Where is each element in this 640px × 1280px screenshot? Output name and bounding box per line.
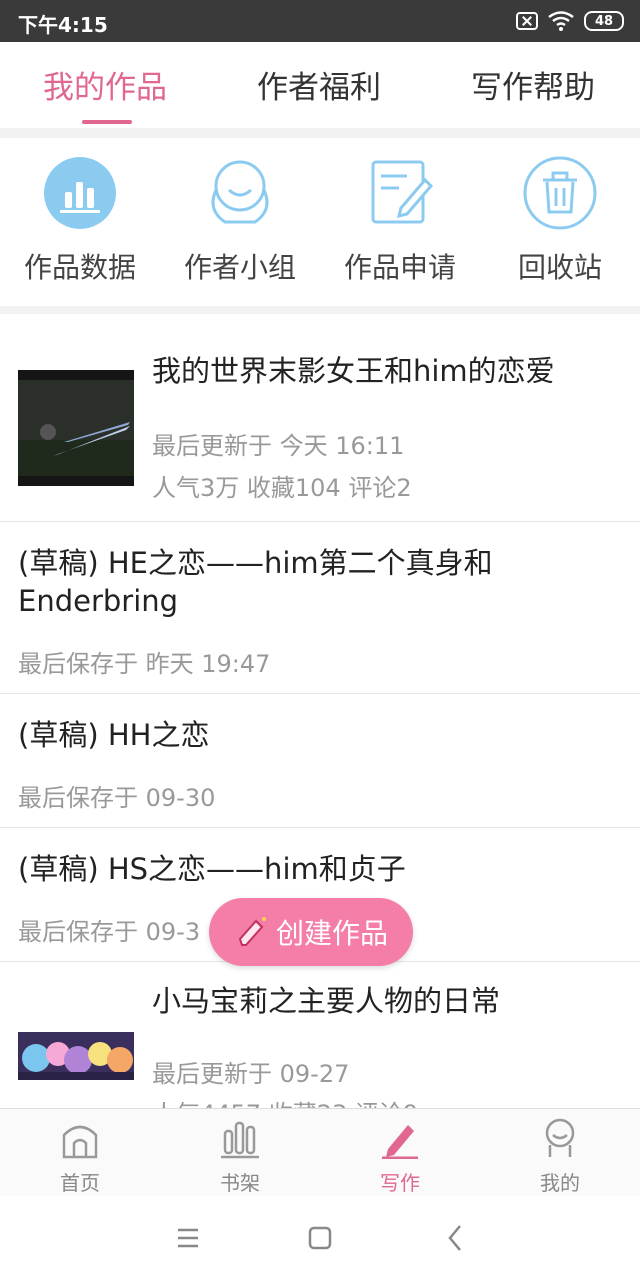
- work-item[interactable]: 我的世界末影女王和him的恋爱 最后更新于 今天 16:11 人气3万 收藏10…: [0, 314, 640, 522]
- back-icon[interactable]: [440, 1222, 472, 1254]
- work-cover-image: [18, 1032, 134, 1080]
- nav-label: 写作: [380, 1171, 420, 1195]
- nav-write[interactable]: 写作: [340, 1117, 460, 1196]
- work-item[interactable]: (草稿) HE之恋——him第二个真身和Enderbring 最后保存于 昨天 …: [0, 522, 640, 694]
- no-sim-icon: [516, 12, 538, 30]
- work-item[interactable]: (草稿) HH之恋 最后保存于 09-30: [0, 694, 640, 828]
- bookshelf-icon: [221, 1121, 259, 1159]
- author-group-icon: [211, 160, 269, 224]
- home-square-icon[interactable]: [304, 1222, 336, 1254]
- system-nav-bar: [0, 1196, 640, 1280]
- pencil-icon: [238, 917, 266, 946]
- nav-home[interactable]: 首页: [20, 1117, 140, 1196]
- work-saved: 最后保存于 09-3: [18, 918, 201, 946]
- work-title: (草稿) HS之恋——him和贞子: [18, 852, 406, 886]
- status-time: 下午4:15: [18, 13, 108, 37]
- status-bar: 下午4:15 48: [0, 0, 640, 42]
- work-title: 我的世界末影女王和him的恋爱: [152, 354, 555, 388]
- tab-my-works[interactable]: 我的作品: [43, 62, 167, 107]
- wifi-icon: [548, 11, 574, 31]
- work-title: (草稿) HH之恋: [18, 718, 210, 752]
- work-updated: 最后更新于 今天 16:11: [152, 432, 405, 460]
- work-updated: 最后更新于 09-27: [152, 1060, 350, 1088]
- work-stats: 人气3万 收藏104 评论2: [152, 474, 412, 502]
- home-icon: [62, 1125, 98, 1159]
- quick-action-work-data[interactable]: 作品数据: [10, 156, 150, 286]
- quick-action-label: 回收站: [517, 251, 602, 284]
- divider: [0, 306, 640, 314]
- create-work-label: 创建作品: [275, 917, 388, 950]
- quick-actions: 作品数据 作者小组 作品申请 回收站: [0, 138, 640, 306]
- work-cover-image: [18, 370, 134, 486]
- work-item[interactable]: 小马宝莉之主要人物的日常 最后更新于 09-27 人气4457 收藏23 评论9: [0, 962, 640, 1128]
- nav-label: 首页: [60, 1171, 100, 1195]
- trash-icon: [523, 156, 597, 230]
- edit-document-icon: [371, 160, 434, 224]
- create-work-button[interactable]: 创建作品: [209, 898, 413, 966]
- quick-action-label: 作品申请: [343, 251, 456, 284]
- profile-icon: [545, 1118, 575, 1157]
- work-saved: 最后保存于 09-30: [18, 784, 216, 812]
- top-tabs: 我的作品 作者福利 写作帮助: [0, 42, 640, 128]
- work-saved: 最后保存于 昨天 19:47: [18, 650, 271, 678]
- quick-action-label: 作品数据: [23, 251, 136, 284]
- nav-bookshelf[interactable]: 书架: [180, 1117, 300, 1196]
- quick-action-author-group[interactable]: 作者小组: [170, 156, 310, 286]
- work-title: (草稿) HE之恋——him第二个真身和Enderbring: [18, 546, 493, 618]
- tab-writing-help[interactable]: 写作帮助: [471, 62, 595, 107]
- pen-icon: [382, 1125, 418, 1160]
- work-title: 小马宝莉之主要人物的日常: [152, 984, 501, 1018]
- quick-action-work-apply[interactable]: 作品申请: [330, 156, 470, 286]
- divider: [0, 128, 640, 138]
- active-tab-indicator: [82, 120, 132, 124]
- nav-profile[interactable]: 我的: [500, 1117, 620, 1196]
- bar-chart-icon: [44, 157, 116, 229]
- menu-icon[interactable]: [172, 1222, 204, 1254]
- quick-action-recycle-bin[interactable]: 回收站: [490, 156, 630, 286]
- nav-label: 我的: [540, 1171, 580, 1195]
- quick-action-label: 作者小组: [183, 251, 296, 284]
- nav-label: 书架: [220, 1171, 260, 1195]
- tab-author-benefits[interactable]: 作者福利: [257, 62, 381, 107]
- battery-indicator: 48: [584, 11, 624, 31]
- bottom-nav: 首页 书架 写作 我的: [0, 1108, 640, 1196]
